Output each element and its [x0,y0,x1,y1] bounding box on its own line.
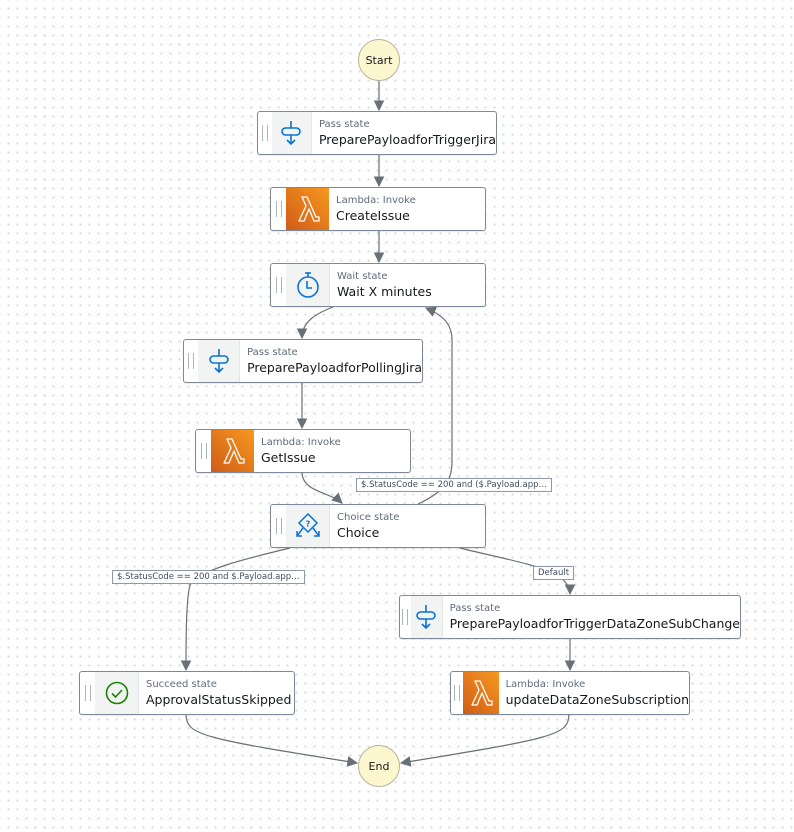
state-name: CreateIssue [336,208,410,223]
pass-icon [410,596,443,638]
state-kind: Pass state [247,347,298,358]
edge-get-issue-to-choice [301,471,343,504]
pass-icon [198,340,241,382]
lambda-icon [463,672,499,714]
state-kind: Choice state [337,512,400,523]
state-prepare-payload-polling-jira[interactable]: Pass state PreparePayloadforPollingJira [183,339,423,383]
edge-label-loop-back[interactable]: $.StatusCode == 200 and ($.Payload.app… [356,478,552,492]
drag-handle[interactable] [271,188,286,230]
edge-choice-to-approval-skipped [180,547,291,672]
drag-handle[interactable] [271,505,286,547]
drag-handle[interactable] [271,264,286,306]
state-update-datazone-subscription[interactable]: Lambda: Invoke updateDataZoneSubscriptio… [450,671,690,715]
state-name: PreparePayloadforPollingJira [247,360,422,375]
edge-update-datazone-to-end [399,713,570,767]
state-wait-x-minutes[interactable]: Wait state Wait X minutes [270,263,486,307]
edge-choice-to-wait-loop [417,306,453,505]
state-name: updateDataZoneSubscription [505,692,689,707]
end-label: End [368,759,390,773]
drag-handle[interactable] [184,340,198,382]
timer-icon [286,264,330,306]
state-kind: Lambda: Invoke [261,437,341,448]
start-node[interactable]: Start [358,39,400,81]
svg-text:?: ? [305,520,310,529]
state-kind: Lambda: Invoke [505,679,586,690]
drag-handle[interactable] [400,596,411,638]
edge-label-skipped[interactable]: $.StatusCode == 200 and $.Payload.app… [112,570,305,584]
state-choice[interactable]: ? Choice state Choice [270,504,486,548]
lambda-icon [286,188,329,230]
drag-handle[interactable] [80,672,95,714]
start-label: Start [365,53,393,67]
state-name: ApprovalStatusSkipped [146,692,292,707]
state-name: PreparePayloadforTriggerJira [318,132,496,147]
state-kind: Succeed state [146,679,217,690]
lambda-icon [211,430,254,472]
end-node[interactable]: End [358,745,400,787]
state-prepare-payload-trigger-jira[interactable]: Pass state PreparePayloadforTriggerJira [257,111,497,155]
state-kind: Lambda: Invoke [336,195,416,206]
state-name: Choice [337,525,380,540]
state-get-issue[interactable]: Lambda: Invoke GetIssue [195,429,411,473]
drag-handle[interactable] [258,112,272,154]
state-kind: Pass state [449,603,501,614]
edge-approval-skipped-to-end [185,713,359,767]
check-circle-icon [95,672,139,714]
edge-wait-to-polling-jira [296,306,334,340]
drag-handle[interactable] [451,672,463,714]
state-prepare-payload-trigger-datazone[interactable]: Pass state PreparePayloadforTriggerDataZ… [399,595,741,639]
drag-handle[interactable] [196,430,211,472]
state-kind: Pass state [318,119,370,130]
pass-icon [271,112,312,154]
state-approval-status-skipped[interactable]: Succeed state ApprovalStatusSkipped [79,671,295,715]
state-create-issue[interactable]: Lambda: Invoke CreateIssue [270,187,486,231]
state-name: GetIssue [261,450,316,465]
state-name: Wait X minutes [337,284,432,299]
state-kind: Wait state [337,271,388,282]
choice-icon: ? [286,505,330,547]
state-name: PreparePayloadforTriggerDataZoneSubChang… [449,616,740,631]
edge-label-default[interactable]: Default [533,566,575,580]
